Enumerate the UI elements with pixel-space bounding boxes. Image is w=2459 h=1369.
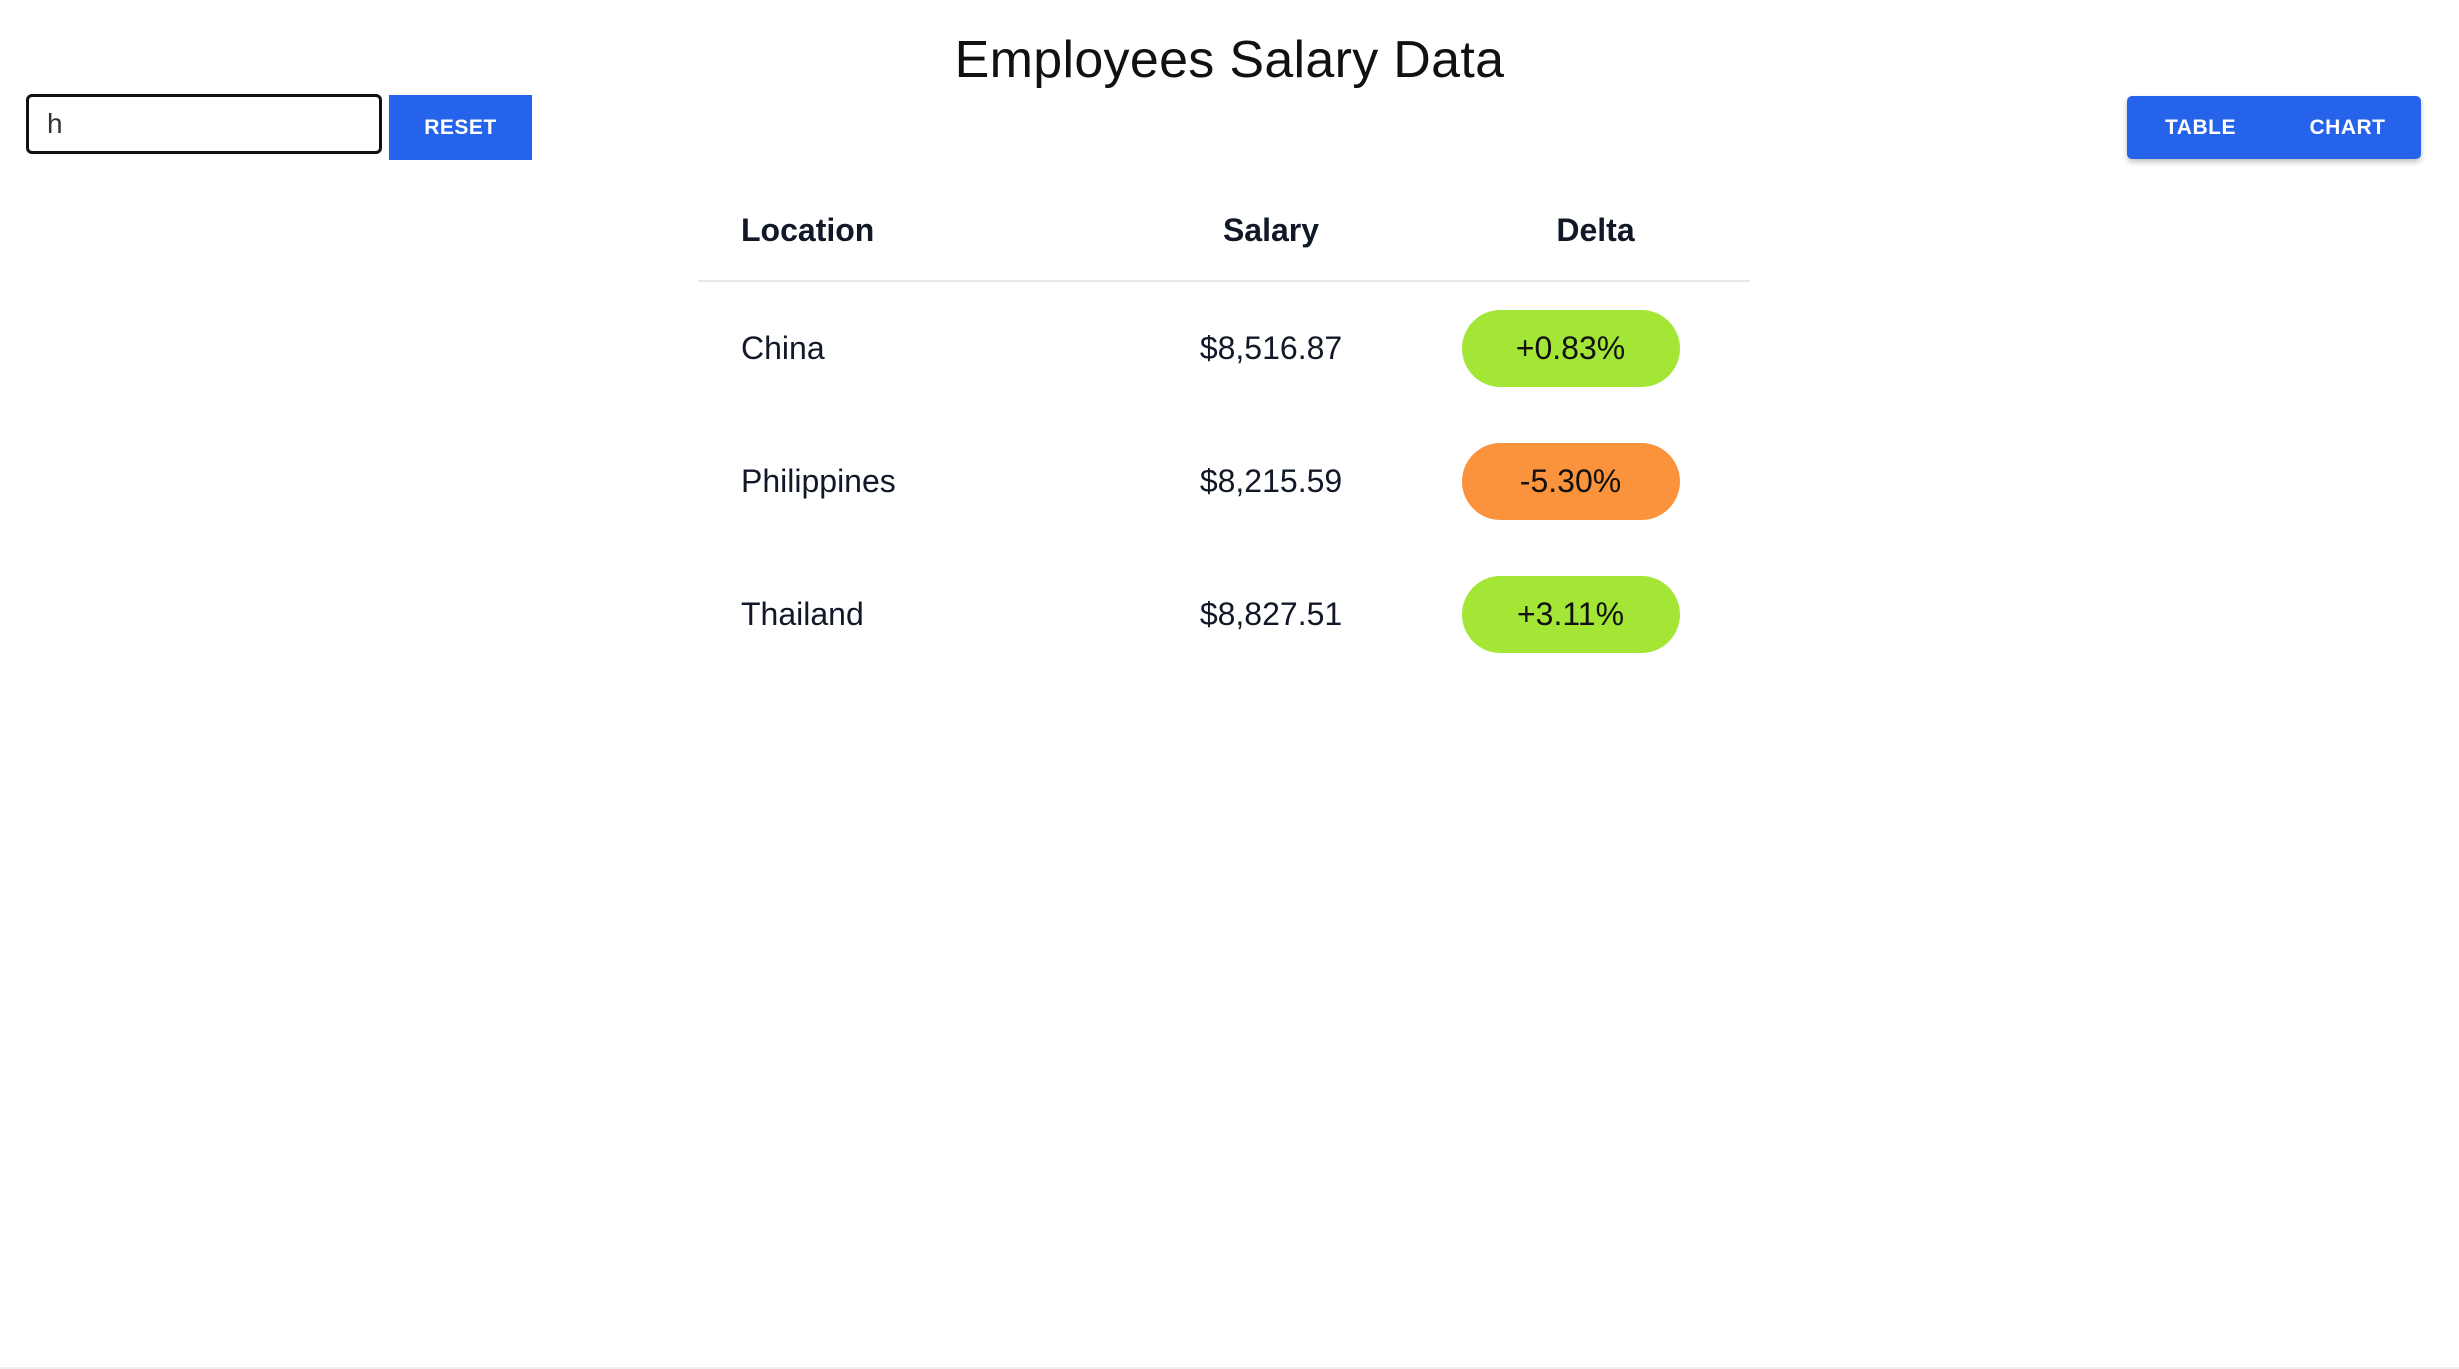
delta-badge: -5.30% (1461, 443, 1680, 520)
salary-table: Location Salary Delta China $8,516.87 +0… (698, 180, 1750, 681)
search-input[interactable] (26, 94, 382, 154)
table-row: Thailand $8,827.51 +3.11% (698, 548, 1750, 681)
table-row: China $8,516.87 +0.83% (698, 281, 1750, 415)
location-cell: China (741, 330, 825, 366)
column-header-salary[interactable]: Salary (1101, 180, 1441, 282)
delta-badge: +3.11% (1461, 576, 1680, 653)
delta-badge: +0.83% (1461, 310, 1680, 387)
view-toggle: TABLE CHART (2127, 96, 2421, 159)
table-row: Philippines $8,215.59 -5.30% (698, 415, 1750, 548)
page: Employees Salary Data RESET TABLE CHART … (0, 0, 2459, 1369)
column-header-location[interactable]: Location (698, 180, 1101, 282)
column-header-delta[interactable]: Delta (1441, 180, 1750, 282)
location-cell: Philippines (741, 463, 896, 499)
page-title: Employees Salary Data (954, 31, 1505, 89)
salary-cell: $8,215.59 (1199, 463, 1343, 499)
salary-cell: $8,516.87 (1199, 330, 1343, 366)
salary-cell: $8,827.51 (1199, 596, 1343, 632)
chart-view-button[interactable]: CHART (2274, 96, 2421, 159)
reset-button[interactable]: RESET (389, 95, 532, 160)
location-cell: Thailand (741, 596, 864, 632)
table-header-row: Location Salary Delta (698, 180, 1750, 282)
table-view-button[interactable]: TABLE (2127, 96, 2274, 159)
